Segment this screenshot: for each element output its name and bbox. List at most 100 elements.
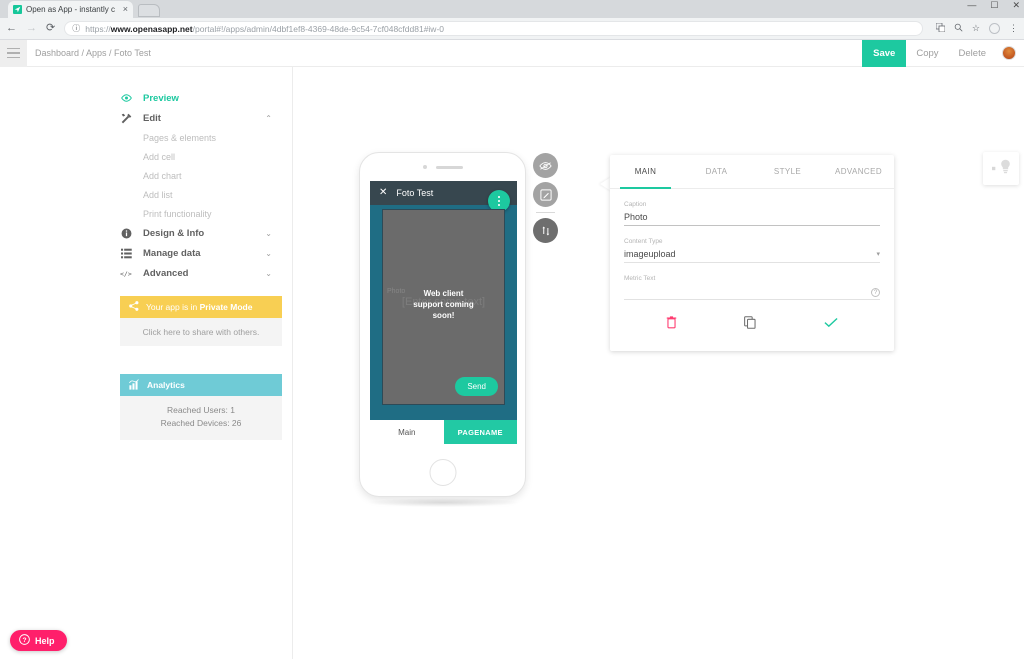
chevron-down-icon: ⌄ <box>265 248 272 258</box>
avatar[interactable] <box>1002 46 1016 60</box>
eye-off-icon[interactable] <box>533 153 558 178</box>
phone-tab-main[interactable]: Main <box>370 420 444 444</box>
close-icon[interactable]: × <box>123 5 128 14</box>
svg-text:</>: </> <box>120 270 132 278</box>
sidebar-item-design-info[interactable]: Design & Info ⌄ <box>120 223 292 243</box>
move-vertical-icon[interactable] <box>533 218 558 243</box>
tip-panel[interactable] <box>983 152 1019 185</box>
metric-text-input[interactable] <box>624 282 880 300</box>
content-type-select[interactable]: imageupload ▾ <box>624 245 880 263</box>
minimize-button[interactable]: — <box>967 1 976 10</box>
new-tab-button[interactable] <box>138 4 160 17</box>
menu-toggle-button[interactable] <box>0 39 27 67</box>
metric-text-label: Metric Text <box>624 275 656 282</box>
properties-panel: MAIN DATA STYLE ADVANCED Caption Photo C… <box>610 155 894 351</box>
content-type-value: imageupload <box>624 249 676 259</box>
sidebar-item-label: Manage data <box>143 247 201 259</box>
sidebar-item-add-list[interactable]: Add list <box>120 185 292 204</box>
forward-button[interactable]: → <box>26 23 37 34</box>
private-mode-header[interactable]: Your app is in Private Mode <box>120 296 282 318</box>
analytics-stats: Reached Users: 1 Reached Devices: 26 <box>120 396 282 440</box>
translate-icon[interactable] <box>935 22 946 34</box>
sidebar-item-edit[interactable]: Edit ⌃ <box>120 108 292 128</box>
tool-divider <box>536 212 555 213</box>
help-question-icon[interactable]: ? <box>871 288 880 297</box>
chevron-up-icon: ⌃ <box>265 113 272 123</box>
phone-tab-pagename[interactable]: PAGENAME <box>443 420 517 444</box>
chevron-down-icon: ⌄ <box>265 228 272 238</box>
url-path: /portal#!/apps/admin/4dbf1ef8-4369-48de-… <box>192 23 445 34</box>
panel-action-bar <box>610 316 894 329</box>
address-bar[interactable]: ⓘ https://www.openasapp.net/portal#!/app… <box>64 21 923 36</box>
web-client-message-line3: soon! <box>432 311 455 320</box>
send-button[interactable]: Send <box>455 377 498 396</box>
private-mode-title-prefix: Your app is in <box>146 302 200 312</box>
duplicate-icon[interactable] <box>744 316 757 329</box>
profile-icon[interactable] <box>989 23 1000 34</box>
breadcrumb[interactable]: Dashboard / Apps / Foto Test <box>27 48 862 58</box>
toolbar-icons: ☆ ⋮ <box>932 22 1018 34</box>
bar-chart-icon <box>129 378 140 392</box>
window-close-button[interactable]: ✕ <box>1012 1 1020 10</box>
browser-window: Open as App - instantly c × — ☐ ✕ ← → ⟳ … <box>0 0 1024 659</box>
delete-button[interactable]: Delete <box>949 40 996 67</box>
sidebar-item-advanced[interactable]: </> Advanced ⌄ <box>120 263 292 283</box>
zoom-icon[interactable] <box>954 23 963 34</box>
tab-main[interactable]: MAIN <box>610 155 681 189</box>
sidebar-item-preview[interactable]: Preview <box>120 88 292 108</box>
sidebar-item-add-chart[interactable]: Add chart <box>120 166 292 185</box>
tab-style[interactable]: STYLE <box>752 155 823 188</box>
svg-text:?: ? <box>22 637 26 644</box>
share-link-text[interactable]: Click here to share with others. <box>120 318 282 346</box>
close-icon[interactable]: ✕ <box>379 188 387 198</box>
window-controls: — ☐ ✕ <box>967 1 1020 10</box>
maximize-button[interactable]: ☐ <box>990 1 998 10</box>
sidebar-item-pages-elements[interactable]: Pages & elements <box>120 128 292 147</box>
caption-input[interactable]: Photo <box>624 208 880 226</box>
share-icon <box>129 301 139 313</box>
tip-arrow-icon <box>991 166 995 171</box>
url-scheme: https:// <box>85 23 111 34</box>
browser-toolbar: ← → ⟳ ⓘ https://www.openasapp.net/portal… <box>0 18 1024 40</box>
app-top-bar: Dashboard / Apps / Foto Test Save Copy D… <box>0 39 1024 67</box>
app-bar-actions: Save Copy Delete <box>862 39 1024 67</box>
confirm-check-icon[interactable] <box>824 317 838 328</box>
speaker-icon <box>435 165 463 169</box>
metric-text-field-group: Metric Text ? <box>624 263 880 300</box>
tab-advanced[interactable]: ADVANCED <box>823 155 894 188</box>
help-button[interactable]: ? Help <box>10 630 67 651</box>
menu-icon[interactable]: ⋮ <box>1009 24 1018 33</box>
code-icon: </> <box>120 269 133 278</box>
sidebar-item-manage-data[interactable]: Manage data ⌄ <box>120 243 292 263</box>
sidebar-item-print-functionality[interactable]: Print functionality <box>120 204 292 223</box>
content-type-field-group: Content Type imageupload ▾ <box>624 226 880 263</box>
delete-icon[interactable] <box>666 316 677 329</box>
lightbulb-icon <box>1000 159 1011 179</box>
app-favicon <box>13 5 22 14</box>
tab-title: Open as App - instantly c <box>26 5 115 14</box>
phone-home-button[interactable] <box>429 459 456 486</box>
browser-tab[interactable]: Open as App - instantly c × <box>8 1 133 18</box>
url-text: https://www.openasapp.net/portal#!/apps/… <box>85 24 444 34</box>
analytics-card: Analytics Reached Users: 1 Reached Devic… <box>120 374 282 440</box>
edit-square-icon[interactable] <box>533 182 558 207</box>
caption-label: Caption <box>624 201 647 208</box>
save-button[interactable]: Save <box>862 39 907 67</box>
workspace: Preview Edit ⌃ Pages & elements Add cell… <box>0 67 1024 659</box>
phone-screen: ✕ Foto Test Photo [Enter some text] Web … <box>370 181 517 444</box>
bookmark-star-icon[interactable]: ☆ <box>972 24 980 33</box>
phone-top-bezel <box>360 153 525 181</box>
app-preview-header: ✕ Foto Test <box>370 181 517 212</box>
chevron-down-icon: ⌄ <box>265 268 272 278</box>
eye-icon <box>120 94 133 102</box>
copy-button[interactable]: Copy <box>906 40 948 67</box>
tab-strip: Open as App - instantly c × — ☐ ✕ <box>0 0 1024 18</box>
site-info-icon[interactable]: ⓘ <box>72 24 80 33</box>
reload-button[interactable]: ⟳ <box>46 23 55 34</box>
sidebar-item-add-cell[interactable]: Add cell <box>120 147 292 166</box>
panel-tab-bar: MAIN DATA STYLE ADVANCED <box>610 155 894 189</box>
photo-upload-cell[interactable]: Photo [Enter some text] Web client suppo… <box>382 209 505 405</box>
back-button[interactable]: ← <box>6 23 17 34</box>
tab-data[interactable]: DATA <box>681 155 752 188</box>
web-client-message: Web client support coming soon! <box>383 288 504 321</box>
